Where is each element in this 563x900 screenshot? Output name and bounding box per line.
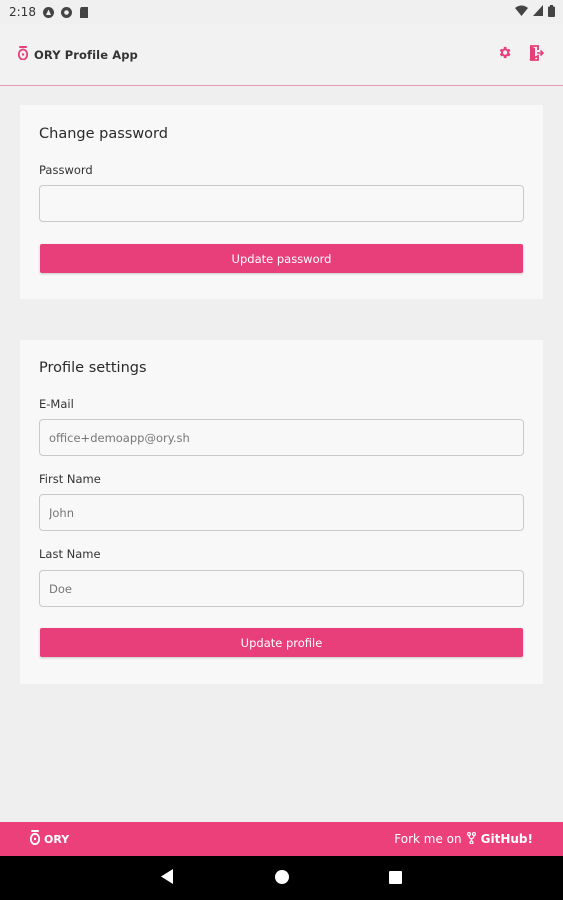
profile-settings-card: Profile settings E-Mail First Name Last … bbox=[20, 340, 543, 684]
sd-card-icon bbox=[79, 6, 90, 18]
fork-text: Fork me on bbox=[394, 832, 462, 846]
email-label: E-Mail bbox=[39, 397, 74, 411]
back-triangle-icon bbox=[161, 868, 174, 888]
recents-button[interactable] bbox=[387, 869, 405, 887]
battery-icon bbox=[548, 4, 555, 20]
profile-settings-title: Profile settings bbox=[39, 360, 147, 376]
gear-icon bbox=[497, 45, 512, 64]
home-circle-icon bbox=[274, 869, 289, 888]
brand: ORY Profile App bbox=[17, 45, 138, 64]
github-text: GitHub! bbox=[480, 832, 533, 846]
sync-notification-icon bbox=[60, 6, 72, 18]
email-field[interactable] bbox=[39, 419, 524, 456]
password-label: Password bbox=[39, 163, 93, 177]
change-password-title: Change password bbox=[39, 126, 168, 142]
ory-logo-icon bbox=[29, 830, 41, 848]
home-button[interactable] bbox=[273, 869, 291, 887]
ory-logo-icon bbox=[17, 45, 29, 64]
settings-button[interactable] bbox=[495, 46, 513, 64]
fork-icon bbox=[466, 831, 476, 847]
logout-button[interactable] bbox=[527, 44, 545, 65]
status-bar: 2:18 bbox=[0, 0, 563, 24]
app-notification-icon bbox=[42, 6, 54, 18]
app-title: ORY Profile App bbox=[34, 47, 138, 62]
password-input[interactable] bbox=[39, 185, 524, 222]
first-name-field[interactable] bbox=[39, 494, 524, 531]
update-profile-button[interactable]: Update profile bbox=[40, 628, 523, 657]
footer: ORY Fork me on GitHub! bbox=[0, 822, 563, 856]
footer-logo-text: ORY bbox=[44, 832, 70, 846]
status-left: 2:18 bbox=[9, 5, 90, 19]
app-header: ORY Profile App bbox=[0, 24, 563, 86]
last-name-field[interactable] bbox=[39, 570, 524, 607]
signal-icon bbox=[533, 5, 543, 19]
change-password-card: Change password Password Update password bbox=[20, 105, 543, 299]
fork-on-github-link[interactable]: Fork me on GitHub! bbox=[394, 831, 533, 847]
status-right bbox=[515, 4, 555, 20]
wifi-icon bbox=[515, 5, 528, 19]
last-name-label: Last Name bbox=[39, 547, 101, 561]
logout-icon bbox=[529, 44, 544, 65]
header-actions bbox=[495, 44, 545, 65]
recents-square-icon bbox=[389, 869, 402, 888]
footer-logo[interactable]: ORY bbox=[29, 830, 70, 848]
update-password-button[interactable]: Update password bbox=[40, 244, 523, 273]
navigation-bar bbox=[0, 856, 563, 900]
status-time: 2:18 bbox=[9, 5, 36, 19]
back-button[interactable] bbox=[159, 868, 177, 888]
first-name-label: First Name bbox=[39, 472, 101, 486]
